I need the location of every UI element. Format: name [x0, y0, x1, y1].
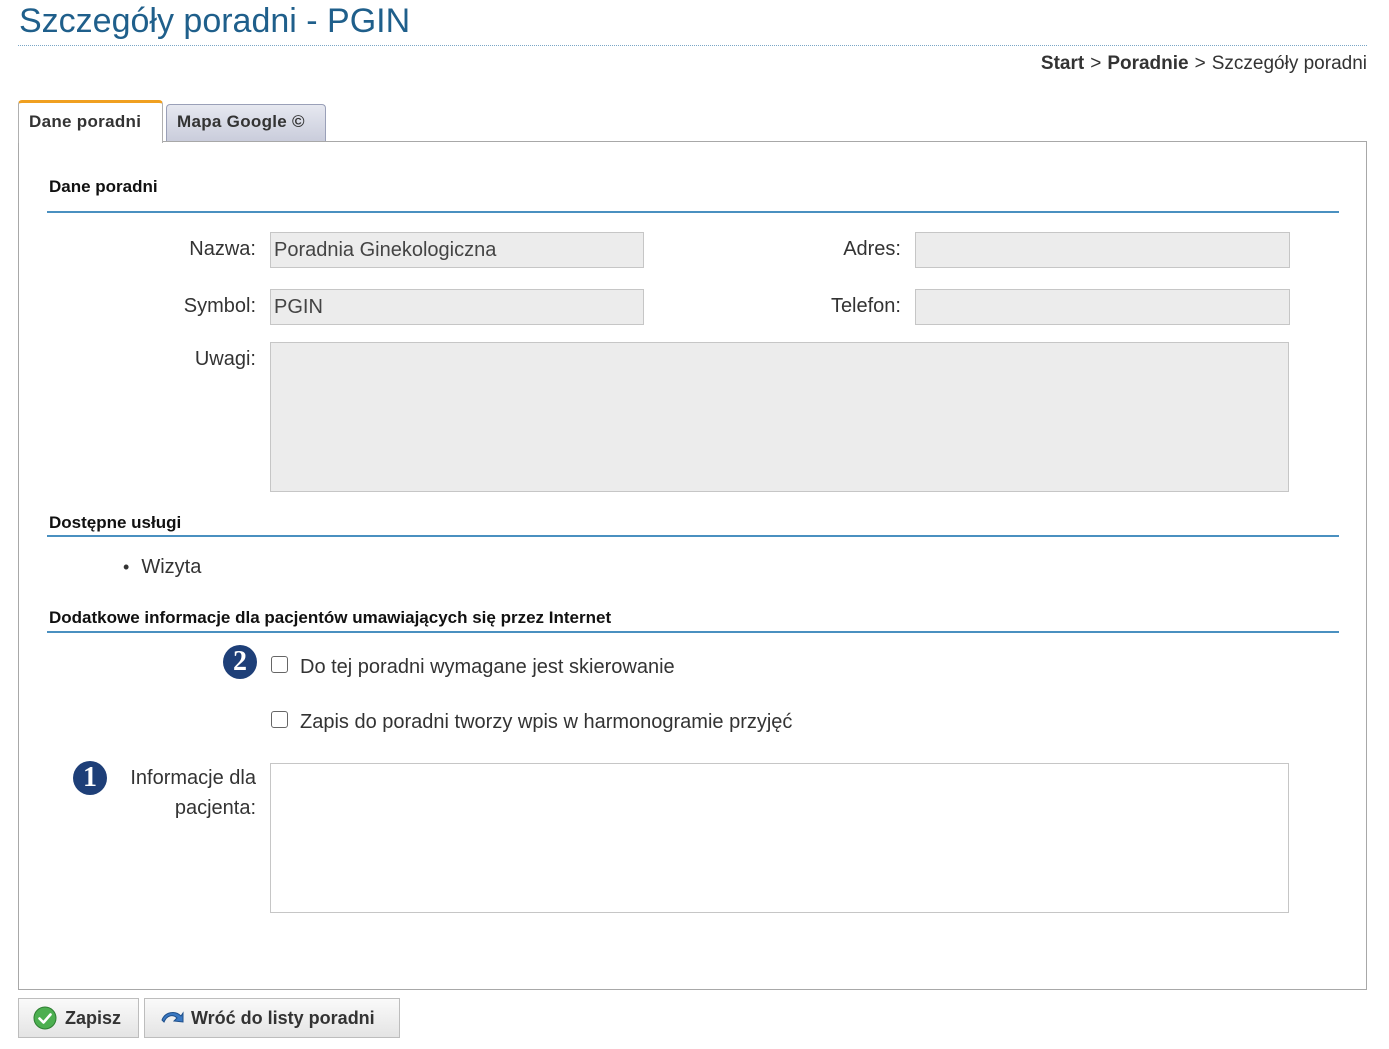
save-button-label: Zapisz — [65, 1007, 122, 1028]
referral-label: Do tej poradni wymagane jest skierowanie — [300, 656, 675, 678]
breadcrumb: Start > Poradnie > Szczegóły poradni — [1041, 52, 1367, 76]
services-list: Wizyta — [123, 554, 201, 580]
step-1-badge: 1 — [73, 761, 107, 795]
breadcrumb-current: Szczegóły poradni — [1211, 53, 1367, 74]
phone-field[interactable] — [915, 289, 1290, 325]
section-divider — [47, 535, 1339, 537]
section-divider — [47, 211, 1339, 213]
breadcrumb-poradnie[interactable]: Poradnie — [1107, 53, 1188, 74]
breadcrumb-start[interactable]: Start — [1041, 53, 1084, 74]
step-2-badge: 2 — [223, 645, 257, 679]
list-item: Wizyta — [123, 554, 201, 580]
symbol-field[interactable]: PGIN — [270, 289, 644, 325]
symbol-label: Symbol: — [183, 295, 256, 317]
back-to-list-button[interactable]: Wróć do listy poradni — [144, 998, 400, 1038]
check-icon — [33, 1006, 57, 1030]
phone-label: Telefon: — [830, 295, 901, 317]
save-button[interactable]: Zapisz — [18, 998, 139, 1038]
section-title-dodatkowe: Dodatkowe informacje dla pacjentów umawi… — [49, 608, 612, 627]
name-label: Nazwa: — [189, 238, 256, 260]
tab-dane-poradni[interactable]: Dane poradni — [18, 100, 163, 143]
section-title-uslugi: Dostępne usługi — [49, 513, 182, 532]
address-label: Adres: — [843, 238, 901, 260]
tab-mapa-google[interactable]: Mapa Google © — [166, 104, 326, 142]
details-panel: Dane poradni Nazwa: Poradnia Ginekologic… — [18, 141, 1367, 990]
patient-info-label-line2: pacjenta: — [174, 797, 256, 819]
notes-label: Uwagi: — [194, 348, 256, 370]
patient-info-label-line1: Informacje dla — [130, 767, 256, 789]
name-field[interactable]: Poradnia Ginekologiczna — [270, 232, 644, 268]
schedule-checkbox[interactable] — [271, 711, 288, 728]
referral-checkbox[interactable] — [271, 656, 288, 673]
notes-field[interactable] — [270, 342, 1289, 492]
back-arrow-icon — [159, 1006, 184, 1030]
section-divider — [47, 631, 1339, 633]
section-title-dane: Dane poradni — [49, 177, 158, 196]
back-button-label: Wróć do listy poradni — [191, 1007, 375, 1028]
patient-info-field[interactable] — [270, 763, 1289, 913]
schedule-label: Zapis do poradni tworzy wpis w harmonogr… — [300, 711, 793, 733]
title-divider — [18, 45, 1367, 46]
breadcrumb-separator: > — [1090, 53, 1102, 74]
address-field[interactable] — [915, 232, 1290, 268]
page-title: Szczegóły poradni - PGIN — [19, 2, 411, 40]
breadcrumb-separator: > — [1194, 53, 1206, 74]
